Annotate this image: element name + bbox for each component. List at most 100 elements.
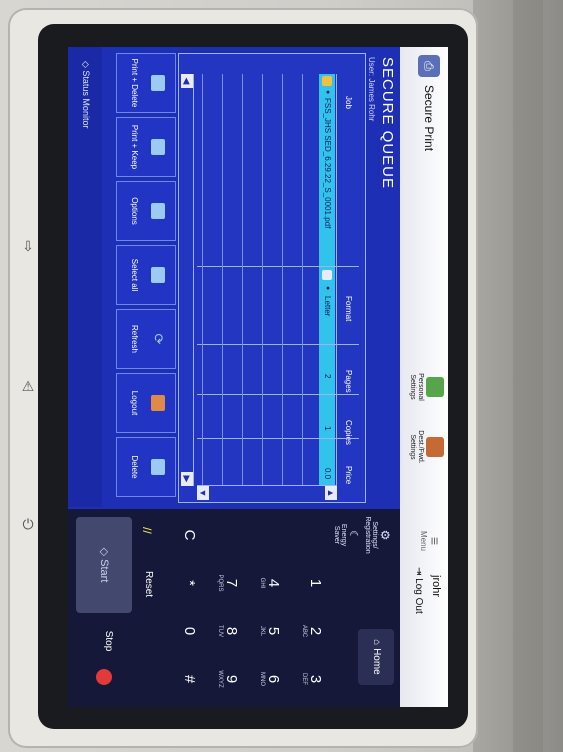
- key-letters: PQRS: [217, 574, 223, 592]
- job-name: FSS_JHS SED_6.29.22_S_0001.pdf: [323, 98, 332, 229]
- menu-button[interactable]: ≡ Menu: [419, 521, 443, 561]
- key-digit: 5: [265, 626, 282, 636]
- scroll-down-icon[interactable]: ▼: [197, 486, 209, 500]
- grid-row-line: [302, 74, 303, 486]
- options-button[interactable]: Options: [116, 181, 176, 241]
- personal-settings-icon: [426, 377, 444, 397]
- refresh-button[interactable]: ⟳ Refresh: [116, 309, 176, 369]
- key-star[interactable]: *: [166, 561, 204, 605]
- column-price[interactable]: Price: [344, 466, 353, 484]
- column-copies[interactable]: Copies: [344, 420, 353, 445]
- settings-registration-button[interactable]: ⚙ Settings/ Registration: [364, 515, 392, 555]
- status-monitor-icon: ◇: [81, 61, 91, 71]
- scroll-up-icon[interactable]: ▲: [325, 486, 337, 500]
- power-icon[interactable]: ⏻: [20, 516, 36, 532]
- print-delete-icon: [151, 75, 165, 91]
- key-letters: JKL: [259, 625, 265, 637]
- key-hash[interactable]: #: [166, 657, 204, 701]
- document-icon: [322, 76, 332, 86]
- job-copies: 1: [323, 426, 332, 431]
- key-1[interactable]: 1: [292, 561, 330, 605]
- options-icon: [151, 203, 165, 219]
- column-pages[interactable]: Pages: [344, 370, 353, 393]
- grid-row-line: [262, 74, 263, 486]
- stop-icon[interactable]: [96, 669, 112, 685]
- numeric-keypad: ⚙ Settings/ Registration ☾ Energy Saver …: [68, 509, 400, 707]
- logout-button[interactable]: Logout: [116, 373, 176, 433]
- key-8[interactable]: 8 TUV: [208, 609, 246, 653]
- key-2[interactable]: 2 ABC: [292, 609, 330, 653]
- secure-print-icon: ⎙: [418, 55, 440, 77]
- reset-button[interactable]: Reset: [143, 571, 154, 597]
- refresh-label: Refresh: [130, 324, 139, 353]
- key-letters: TUV: [217, 625, 223, 637]
- start-button[interactable]: ◇ Start: [76, 517, 132, 613]
- warning-icon[interactable]: ⚠: [20, 378, 36, 394]
- select-all-button[interactable]: Select all: [116, 245, 176, 305]
- key-letters: DEF: [301, 673, 307, 685]
- grid-row-line: [242, 74, 243, 486]
- stop-button[interactable]: Stop: [103, 621, 114, 661]
- key-5[interactable]: 5 JKL: [250, 609, 288, 653]
- options-label: Options: [130, 197, 139, 225]
- key-digit: 0: [181, 626, 198, 636]
- personal-settings-button[interactable]: Personal Settings: [408, 365, 444, 409]
- start-icon: ◇: [98, 547, 110, 560]
- print-delete-label: Print + Delete: [130, 58, 139, 108]
- key-letters: GHI: [259, 577, 265, 589]
- key-digit: C: [181, 529, 198, 541]
- secure-job-icon: ●: [324, 90, 331, 95]
- key-3[interactable]: 3 DEF: [292, 657, 330, 701]
- scroll-left-icon[interactable]: ◀: [181, 74, 193, 88]
- vertical-scrollbar[interactable]: ▲ ▼: [197, 485, 337, 500]
- log-out-label: Log Out: [413, 578, 424, 614]
- status-monitor-label: Status Monitor: [81, 70, 91, 129]
- key-letters: MNO: [259, 672, 265, 686]
- job-format: Letter: [323, 296, 332, 317]
- key-6[interactable]: 6 MNO: [250, 657, 288, 701]
- column-format[interactable]: Format: [344, 296, 353, 321]
- dest-settings-button[interactable]: Dest./Fwd. Settings: [408, 425, 444, 469]
- energy-saver-button[interactable]: ☾ Energy Saver: [333, 515, 360, 555]
- print-delete-button[interactable]: Print + Delete: [116, 53, 176, 113]
- energy-saver-label: Energy Saver: [333, 523, 347, 547]
- home-icon: ⌂: [371, 639, 382, 649]
- logout-icon: ⇥: [413, 567, 424, 579]
- status-monitor-button[interactable]: ◇ Status Monitor: [80, 61, 91, 128]
- color-mode-icon: ●: [324, 286, 331, 291]
- reset-icon: //: [140, 527, 154, 534]
- horizontal-scrollbar[interactable]: ◀ ▶: [181, 74, 194, 486]
- job-pages: 2: [323, 374, 332, 379]
- key-digit: #: [181, 674, 198, 684]
- key-digit: 7: [223, 578, 240, 588]
- key-4[interactable]: 4 GHI: [250, 561, 288, 605]
- clear-key[interactable]: C: [166, 513, 204, 557]
- home-button[interactable]: ⌂ Home: [358, 629, 394, 685]
- job-list: Job Format Pages Copies Price ● FSS_JHS …: [178, 53, 366, 503]
- print-keep-button[interactable]: Print + Keep: [116, 117, 176, 177]
- key-digit: 2: [307, 626, 324, 636]
- dest-settings-label: Dest./Fwd. Settings: [409, 430, 424, 464]
- delete-button[interactable]: Delete: [116, 437, 176, 497]
- key-digit: 6: [265, 674, 282, 684]
- key-letters: WXYZ: [217, 670, 223, 688]
- paper-icon: [322, 270, 332, 280]
- log-out-button[interactable]: ⇥ Log Out: [413, 567, 424, 614]
- key-7[interactable]: 7 PQRS: [208, 561, 246, 605]
- key-0[interactable]: 0: [166, 609, 204, 653]
- grid-row-line: [202, 74, 203, 486]
- delete-label: Delete: [130, 455, 139, 479]
- column-job[interactable]: Job: [344, 96, 353, 109]
- key-digit: 3: [307, 674, 324, 684]
- moon-icon: ☾: [347, 530, 359, 540]
- refresh-icon: ⟳: [151, 333, 166, 345]
- key-digit: *: [181, 580, 198, 586]
- key-9[interactable]: 9 WXYZ: [208, 657, 246, 701]
- login-icon[interactable]: ⇩: [20, 238, 36, 254]
- grid-row-line: [282, 74, 283, 486]
- key-digit: 4: [265, 578, 282, 588]
- key-digit: 9: [223, 674, 240, 684]
- action-bar: Print + Delete Print + Keep Options Sele…: [116, 53, 176, 501]
- scroll-right-icon[interactable]: ▶: [181, 472, 193, 486]
- table-row[interactable]: ● FSS_JHS SED_6.29.22_S_0001.pdf ● Lette…: [319, 74, 335, 486]
